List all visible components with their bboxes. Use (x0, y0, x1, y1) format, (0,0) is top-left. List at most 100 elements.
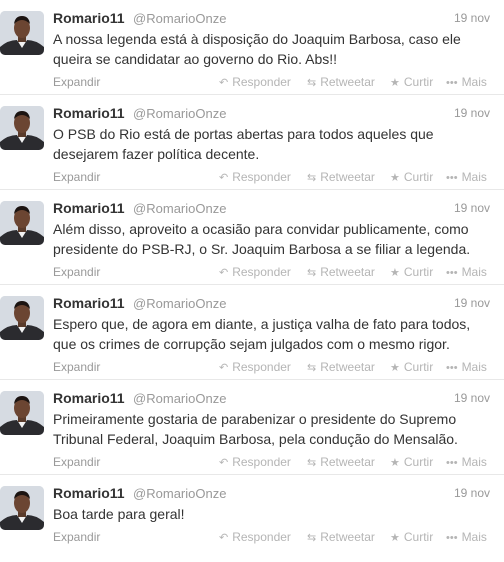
tweet-author-name[interactable]: Romario11 (53, 390, 125, 406)
dots-icon: ••• (446, 172, 458, 184)
retweet-icon: ⇆ (307, 77, 317, 89)
star-icon: ★ (390, 362, 400, 374)
favorite-label: Curtir (403, 265, 434, 279)
reply-label: Responder (232, 75, 291, 89)
tweet-author-name[interactable]: Romario11 (53, 200, 125, 216)
retweet-label: Retweetar (320, 530, 375, 544)
profile-photo-icon (0, 11, 44, 55)
reply-button[interactable]: ↶ Responder (219, 170, 291, 184)
avatar[interactable] (0, 296, 44, 340)
reply-button[interactable]: ↶ Responder (219, 265, 291, 279)
favorite-label: Curtir (403, 170, 434, 184)
reply-button[interactable]: ↶ Responder (219, 75, 291, 89)
expand-link[interactable]: Expandir (53, 75, 100, 89)
favorite-button[interactable]: ★ Curtir (390, 530, 433, 544)
tweet-author-name[interactable]: Romario11 (53, 10, 125, 26)
retweet-button[interactable]: ⇆ Retweetar (307, 455, 375, 469)
favorite-button[interactable]: ★ Curtir (390, 455, 433, 469)
more-label: Mais (461, 75, 487, 89)
tweet-timestamp[interactable]: 19 nov (454, 293, 490, 313)
retweet-icon: ⇆ (307, 362, 317, 374)
avatar[interactable] (0, 11, 44, 55)
tweet-author-handle[interactable]: @RomarioOnze (133, 391, 226, 406)
tweet-author-name[interactable]: Romario11 (53, 485, 125, 501)
more-button[interactable]: ••• Mais (446, 170, 487, 184)
tweet-item[interactable]: Romario11 @RomarioOnze 19 nov A nossa le… (0, 0, 504, 95)
dots-icon: ••• (446, 267, 458, 279)
avatar[interactable] (0, 391, 44, 435)
profile-photo-icon (0, 486, 44, 530)
tweet-author-handle[interactable]: @RomarioOnze (133, 106, 226, 121)
retweet-icon: ⇆ (307, 457, 317, 469)
retweet-label: Retweetar (320, 265, 375, 279)
expand-link[interactable]: Expandir (53, 455, 100, 469)
tweet-author-handle[interactable]: @RomarioOnze (133, 486, 226, 501)
profile-photo-icon (0, 391, 44, 435)
reply-label: Responder (232, 530, 291, 544)
retweet-icon: ⇆ (307, 267, 317, 279)
tweet-text: A nossa legenda está à disposição do Joa… (53, 31, 461, 67)
reply-button[interactable]: ↶ Responder (219, 530, 291, 544)
dots-icon: ••• (446, 77, 458, 89)
dots-icon: ••• (446, 457, 458, 469)
more-button[interactable]: ••• Mais (446, 360, 487, 374)
tweet-timestamp[interactable]: 19 nov (454, 103, 490, 123)
profile-photo-icon (0, 296, 44, 340)
reply-button[interactable]: ↶ Responder (219, 455, 291, 469)
favorite-button[interactable]: ★ Curtir (390, 265, 433, 279)
retweet-button[interactable]: ⇆ Retweetar (307, 530, 375, 544)
more-button[interactable]: ••• Mais (446, 75, 487, 89)
reply-button[interactable]: ↶ Responder (219, 360, 291, 374)
tweet-timestamp[interactable]: 19 nov (454, 198, 490, 218)
tweet-text: Além disso, aproveito a ocasião para con… (53, 221, 471, 257)
reply-arrow-icon: ↶ (219, 172, 229, 184)
more-button[interactable]: ••• Mais (446, 265, 487, 279)
retweet-button[interactable]: ⇆ Retweetar (307, 265, 375, 279)
retweet-label: Retweetar (320, 75, 375, 89)
reply-arrow-icon: ↶ (219, 457, 229, 469)
retweet-label: Retweetar (320, 455, 375, 469)
more-label: Mais (461, 530, 487, 544)
tweet-text: Primeiramente gostaria de parabenizar o … (53, 411, 458, 447)
tweet-item[interactable]: Romario11 @RomarioOnze 19 nov O PSB do R… (0, 95, 504, 190)
avatar[interactable] (0, 201, 44, 245)
retweet-button[interactable]: ⇆ Retweetar (307, 170, 375, 184)
tweet-item[interactable]: Romario11 @RomarioOnze 19 nov Primeirame… (0, 380, 504, 475)
tweet-item[interactable]: Romario11 @RomarioOnze 19 nov Boa tarde … (0, 475, 504, 561)
tweet-item[interactable]: Romario11 @RomarioOnze 19 nov Espero que… (0, 285, 504, 380)
tweet-author-name[interactable]: Romario11 (53, 295, 125, 311)
tweet-item[interactable]: Romario11 @RomarioOnze 19 nov Além disso… (0, 190, 504, 285)
expand-link[interactable]: Expandir (53, 170, 100, 184)
tweet-timestamp[interactable]: 19 nov (454, 8, 490, 28)
more-button[interactable]: ••• Mais (446, 455, 487, 469)
tweet-author-handle[interactable]: @RomarioOnze (133, 296, 226, 311)
more-label: Mais (461, 170, 487, 184)
more-label: Mais (461, 455, 487, 469)
tweet-timeline: Romario11 @RomarioOnze 19 nov A nossa le… (0, 0, 504, 561)
tweet-timestamp[interactable]: 19 nov (454, 388, 490, 408)
avatar[interactable] (0, 106, 44, 150)
tweet-author-name[interactable]: Romario11 (53, 105, 125, 121)
expand-link[interactable]: Expandir (53, 360, 100, 374)
expand-link[interactable]: Expandir (53, 265, 100, 279)
avatar[interactable] (0, 486, 44, 530)
more-label: Mais (461, 265, 487, 279)
reply-label: Responder (232, 265, 291, 279)
favorite-button[interactable]: ★ Curtir (390, 170, 433, 184)
star-icon: ★ (390, 457, 400, 469)
star-icon: ★ (390, 172, 400, 184)
favorite-label: Curtir (403, 455, 434, 469)
retweet-button[interactable]: ⇆ Retweetar (307, 75, 375, 89)
favorite-button[interactable]: ★ Curtir (390, 75, 433, 89)
tweet-text: Boa tarde para geral! (53, 506, 185, 522)
profile-photo-icon (0, 201, 44, 245)
more-button[interactable]: ••• Mais (446, 530, 487, 544)
tweet-author-handle[interactable]: @RomarioOnze (133, 11, 226, 26)
tweet-timestamp[interactable]: 19 nov (454, 483, 490, 503)
favorite-button[interactable]: ★ Curtir (390, 360, 433, 374)
reply-arrow-icon: ↶ (219, 77, 229, 89)
retweet-button[interactable]: ⇆ Retweetar (307, 360, 375, 374)
expand-link[interactable]: Expandir (53, 530, 100, 544)
tweet-author-handle[interactable]: @RomarioOnze (133, 201, 226, 216)
tweet-text: Espero que, de agora em diante, a justiç… (53, 316, 471, 352)
